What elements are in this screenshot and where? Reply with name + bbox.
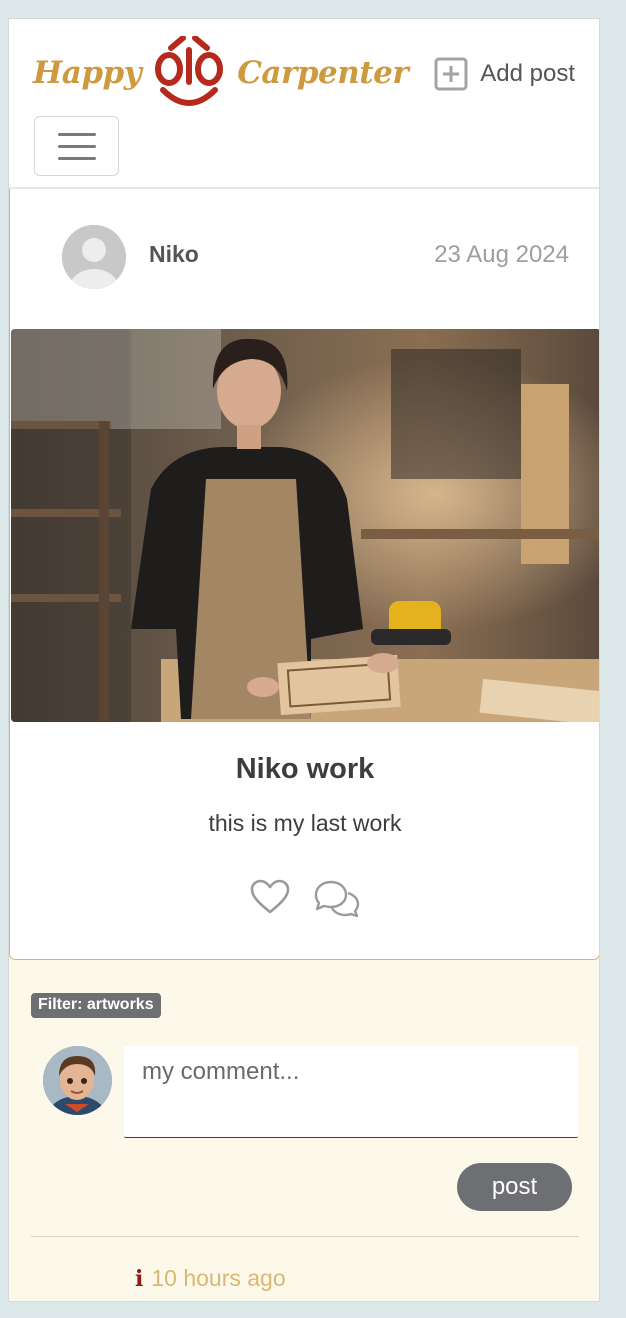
default-user-icon [62, 225, 126, 289]
post-card: Niko 23 Aug 2024 Niko work this is my la… [9, 189, 599, 960]
hamburger-icon-line [57, 156, 96, 160]
menu-toggle-button[interactable] [34, 116, 119, 176]
post-actions [250, 879, 362, 919]
brand-word-left: Happy [33, 55, 142, 91]
hamburger-icon-line [57, 132, 96, 136]
author-avatar[interactable] [62, 225, 126, 289]
post-comment-button[interactable]: post [457, 1163, 572, 1211]
brand-word-right: Carpenter [237, 55, 409, 91]
post-title: Niko work [235, 753, 375, 785]
workshop-photo [11, 329, 599, 722]
post-image[interactable] [11, 329, 599, 722]
navbar: Happy Carpenter Add post [9, 19, 599, 189]
brand-logo[interactable]: Happy Carpenter [33, 36, 409, 110]
hamburger-icon-line [57, 144, 96, 148]
comments-section: Filter: artworks post i 10 hours ago [9, 960, 599, 1301]
smiling-face-logo-icon [149, 36, 229, 110]
app-frame: Happy Carpenter Add post Niko 23 Aug 202… [8, 18, 600, 1302]
divider [31, 1236, 579, 1237]
comment-meta: i 10 hours ago [135, 1265, 286, 1292]
add-post-label: Add post [480, 60, 575, 87]
heart-icon[interactable] [250, 879, 290, 915]
comments-icon[interactable] [312, 879, 362, 919]
plus-square-icon [434, 57, 468, 91]
info-icon: i [135, 1266, 144, 1292]
post-date: 23 Aug 2024 [434, 241, 569, 268]
cartoon-boy-avatar-icon [43, 1046, 112, 1115]
filter-badge[interactable]: Filter: artworks [31, 993, 161, 1018]
current-user-avatar[interactable] [43, 1046, 112, 1115]
add-post-link[interactable]: Add post [434, 57, 575, 91]
post-author[interactable]: Niko [149, 241, 199, 268]
post-body: this is my last work [208, 810, 402, 836]
comment-time: 10 hours ago [151, 1265, 286, 1291]
comment-input[interactable] [124, 1046, 578, 1138]
